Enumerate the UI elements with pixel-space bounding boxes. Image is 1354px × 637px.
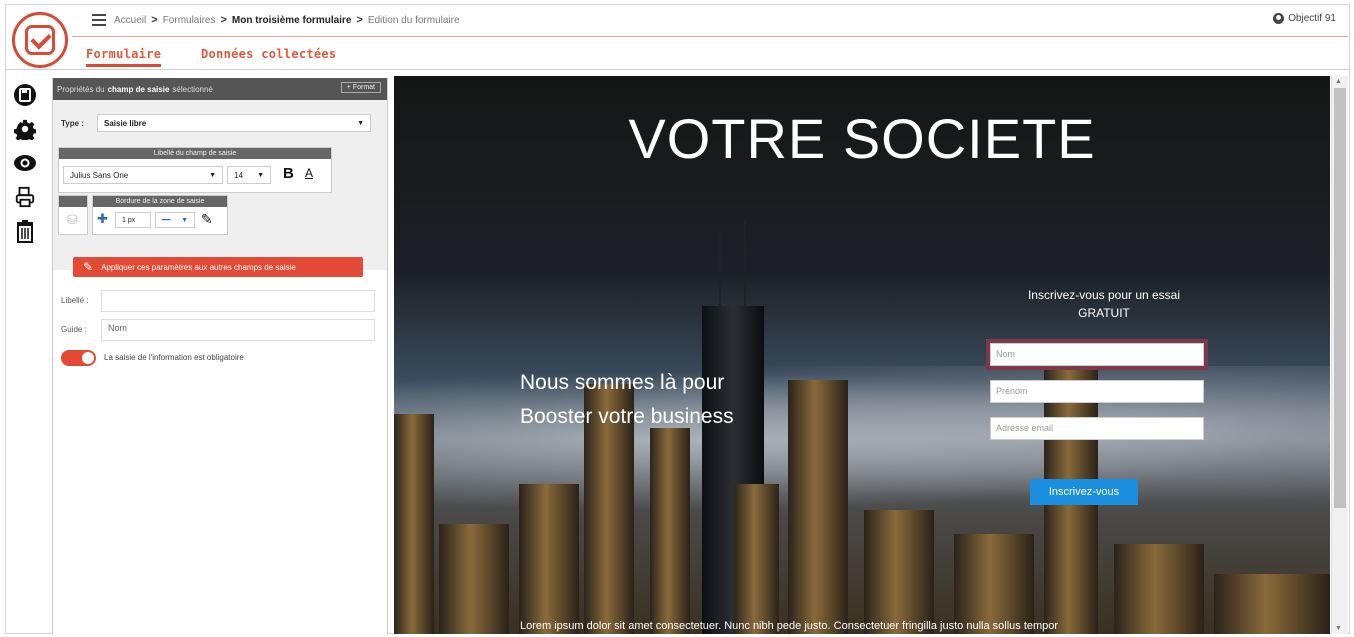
chevron-down-icon: ▼ (257, 171, 264, 179)
chevron-right-icon: > (220, 14, 227, 26)
building (650, 428, 690, 634)
email-field[interactable]: Adresse email (990, 417, 1204, 440)
border-group: Bordure de la zone de saisie ✚ 1 px ━━ ▼… (92, 195, 228, 235)
building (734, 484, 779, 634)
border-style-select[interactable]: ━━ ▼ (155, 212, 195, 228)
signup-callout-line-1: Inscrivez-vous pour un essai (1027, 288, 1181, 302)
form-preview: VOTRE SOCIETE Nous sommes là pour Booste… (394, 76, 1330, 634)
panel-header-post: sélectionné (172, 84, 213, 94)
background-group: ⛁ (58, 195, 88, 235)
user-menu[interactable]: Objectif 91 (1273, 13, 1336, 24)
chevron-down-icon: ▼ (209, 171, 216, 179)
breadcrumb-home[interactable]: Accueil (114, 15, 146, 26)
border-group-title: Bordure de la zone de saisie (93, 196, 227, 207)
type-select-value: Saisie libre (104, 118, 147, 128)
breadcrumb-current-form[interactable]: Mon troisième formulaire (232, 15, 351, 26)
building (394, 414, 434, 634)
border-width-input[interactable]: 1 px (115, 212, 151, 228)
building (788, 380, 848, 634)
preview-scrollbar[interactable]: ▲ ▼ (1331, 76, 1348, 634)
border-width-value: 1 px (122, 216, 136, 224)
fill-icon[interactable]: ⛁ (67, 212, 78, 228)
footer-text: Lorem ipsum dolor sit amet consectetuer.… (520, 620, 1059, 632)
save-icon[interactable] (10, 80, 40, 110)
font-family-value: Julius Sans One (70, 170, 129, 180)
signup-button[interactable]: Inscrivez-vous (1030, 479, 1138, 505)
libelle-label: Libellé : (61, 296, 89, 305)
font-size-value: 14 (234, 170, 243, 180)
gear-icon[interactable] (10, 114, 40, 144)
breadcrumb: Accueil > Formulaires > Mon troisième fo… (114, 14, 460, 26)
app-logo[interactable] (12, 12, 68, 68)
tab-formulaire[interactable]: Formulaire (86, 47, 162, 67)
signup-callout-line-2: GRATUIT (1078, 306, 1130, 320)
required-toggle-label: La saisie de l'information est obligatoi… (104, 353, 244, 362)
tabs-divider (5, 69, 1350, 70)
bold-button[interactable]: B (283, 165, 294, 182)
user-name: Objectif 91 (1288, 13, 1336, 24)
format-button[interactable]: + Format (340, 82, 381, 93)
type-label: Type : (61, 119, 84, 128)
building (1214, 574, 1330, 634)
guide-label: Guide : (61, 325, 87, 334)
border-position-icon[interactable]: ✚ (97, 211, 108, 227)
line-style-icon: ━━ (162, 217, 171, 224)
pencil-icon: ✎ (83, 260, 94, 274)
eye-icon[interactable] (10, 148, 40, 178)
company-title: VOTRE SOCIETE (628, 107, 1096, 170)
breadcrumb-forms[interactable]: Formulaires (163, 15, 216, 26)
side-toolbar (10, 80, 46, 250)
guide-input[interactable]: Nom (101, 319, 375, 341)
font-size-select[interactable]: 14 ▼ (227, 166, 271, 184)
prenom-field[interactable]: Prénom (990, 380, 1204, 403)
slogan-line-2: Booster votre business (520, 405, 734, 428)
building (864, 510, 934, 634)
text-color-button[interactable]: A (305, 166, 313, 180)
slogan: Nous sommes là pour Booster votre busine… (520, 366, 734, 434)
building (439, 524, 509, 634)
checkbox-logo-icon (25, 25, 55, 55)
building (1114, 544, 1204, 634)
signup-callout: Inscrivez-vous pour un essai GRATUIT (989, 286, 1219, 322)
building (519, 484, 579, 634)
panel-header-pre: Propriétés du (57, 84, 105, 94)
slogan-line-1: Nous sommes là pour (520, 371, 725, 394)
label-style-group-title: Libellé du champ de saisie (59, 148, 331, 159)
font-family-select[interactable]: Julius Sans One ▼ (63, 166, 223, 184)
chevron-right-icon: > (356, 14, 363, 26)
chevron-down-icon: ▼ (181, 216, 188, 224)
antenna (719, 234, 721, 634)
building (954, 534, 1034, 634)
panel-header-bold: champ de saisie (107, 84, 170, 94)
type-select[interactable]: Saisie libre ▼ (97, 114, 371, 132)
header-divider (72, 36, 1348, 37)
chevron-down-icon: ▼ (357, 119, 364, 127)
background-group-head (59, 196, 87, 207)
apply-to-all-label: Appliquer ces paramètres aux autres cham… (101, 262, 296, 272)
panel-header: Propriétés du champ de saisie sélectionn… (53, 78, 387, 100)
menu-icon[interactable] (92, 14, 106, 26)
apply-to-all-button[interactable]: ✎ Appliquer ces paramètres aux autres ch… (73, 257, 363, 277)
label-style-group: Libellé du champ de saisie Julius Sans O… (58, 147, 332, 193)
tab-donnees-collectees[interactable]: Données collectées (201, 47, 336, 61)
scrollbar-thumb[interactable] (1334, 88, 1346, 508)
nom-field[interactable]: Nom (986, 339, 1208, 370)
required-toggle[interactable] (61, 350, 96, 366)
border-color-icon[interactable]: ✎ (201, 211, 213, 228)
libelle-input[interactable] (101, 290, 375, 312)
print-icon[interactable] (10, 182, 40, 212)
chevron-right-icon: > (151, 14, 158, 26)
breadcrumb-edit: Edition du formulaire (367, 14, 460, 26)
scroll-down-icon[interactable]: ▼ (1335, 625, 1342, 632)
scroll-up-icon[interactable]: ▲ (1335, 78, 1342, 85)
trash-icon[interactable] (10, 216, 40, 246)
user-icon (1273, 13, 1285, 24)
